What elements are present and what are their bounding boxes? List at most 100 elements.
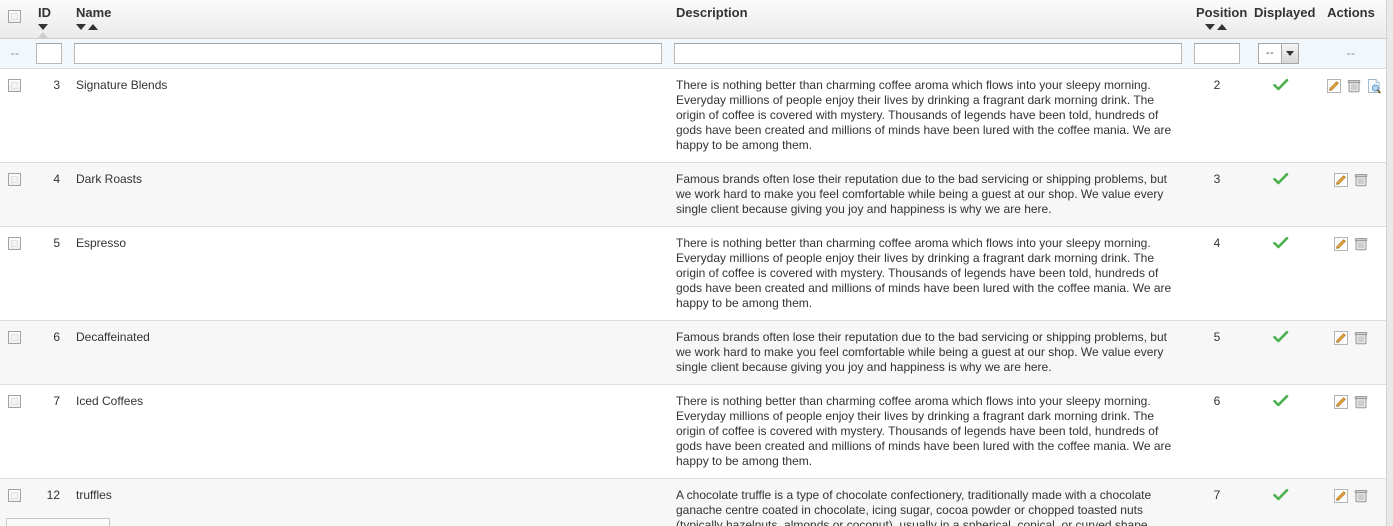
header-name: Name (68, 0, 668, 39)
sort-name-desc-icon[interactable] (76, 23, 86, 30)
header-name-label: Name (76, 5, 112, 20)
displayed-check-icon[interactable] (1273, 78, 1289, 95)
row-select-cell (0, 384, 30, 479)
row-select-cell (0, 226, 30, 321)
row-description: Famous brands often lose their reputatio… (676, 329, 1167, 374)
edit-icon[interactable] (1324, 78, 1344, 93)
details-icon[interactable] (1364, 78, 1384, 93)
filter-name-input[interactable] (74, 42, 662, 64)
edit-icon[interactable] (1331, 330, 1351, 345)
filter-description-input[interactable] (674, 42, 1182, 64)
sort-id-desc-icon[interactable] (38, 23, 48, 30)
delete-icon[interactable] (1351, 488, 1371, 502)
header-actions: Actions (1316, 0, 1386, 39)
sort-id-asc-icon[interactable] (38, 31, 48, 38)
row-actions (1316, 384, 1386, 479)
row-description: There is nothing better than charming co… (676, 393, 1172, 468)
delete-icon[interactable] (1344, 78, 1364, 92)
sort-position-asc-icon[interactable] (1217, 23, 1227, 30)
row-checkbox[interactable] (8, 330, 21, 344)
row-position: 6 (1188, 384, 1246, 479)
table-row[interactable]: 5 Espresso There is nothing better than ch… (0, 226, 1386, 321)
edit-icon[interactable] (1331, 236, 1351, 251)
row-id: 7 (30, 384, 68, 479)
row-name: Iced Coffees (68, 384, 668, 479)
row-displayed (1246, 478, 1316, 526)
header-id-label: ID (38, 5, 51, 20)
filter-name-cell (68, 38, 668, 69)
filter-displayed-value: -- (1265, 46, 1275, 59)
row-id: 6 (30, 320, 68, 385)
edit-icon[interactable] (1331, 394, 1351, 409)
row-name: truffles (68, 478, 668, 526)
filter-position-cell (1188, 38, 1246, 69)
row-description-cell: There is nothing better than charming co… (668, 384, 1188, 479)
id-sorters (38, 22, 60, 38)
filter-actions-dash: -- (1346, 46, 1356, 60)
displayed-check-icon[interactable] (1273, 330, 1289, 347)
sort-name-asc-icon[interactable] (88, 23, 98, 30)
row-position: 3 (1188, 162, 1246, 227)
edit-icon[interactable] (1331, 172, 1351, 187)
row-displayed (1246, 384, 1316, 479)
categories-table: ID Name Description Position Displayed A… (0, 0, 1386, 526)
row-description-cell: Famous brands often lose their reputatio… (668, 320, 1188, 385)
filter-row: -- -- -- (0, 38, 1386, 69)
row-displayed (1246, 68, 1316, 163)
bottom-partial-control[interactable] (6, 518, 110, 526)
edit-icon[interactable] (1331, 488, 1351, 503)
header-displayed-label: Displayed (1254, 5, 1316, 20)
displayed-check-icon[interactable] (1273, 394, 1289, 411)
filter-id-input[interactable] (36, 42, 62, 64)
filter-select-cell: -- (0, 38, 30, 69)
filter-select-dash: -- (10, 46, 20, 60)
chevron-down-icon[interactable] (1281, 43, 1298, 63)
table-body: -- -- -- (0, 38, 1386, 69)
delete-icon[interactable] (1351, 172, 1371, 186)
row-checkbox[interactable] (8, 172, 21, 186)
table-row[interactable]: 6 Decaffeinated Famous brands often lose t… (0, 320, 1386, 385)
row-name: Signature Blends (68, 68, 668, 163)
row-description: Famous brands often lose their reputatio… (676, 171, 1167, 216)
table-row[interactable]: 3 Signature Blends There is nothing better… (0, 68, 1386, 163)
row-position: 2 (1188, 68, 1246, 163)
table-head: ID Name Description Position Displayed A… (0, 0, 1386, 39)
row-select-cell (0, 68, 30, 163)
delete-icon[interactable] (1351, 330, 1371, 344)
table-row[interactable]: 4 Dark Roasts Famous brands often lose the… (0, 162, 1386, 227)
row-select-cell (0, 320, 30, 385)
select-all-checkbox[interactable] (8, 10, 21, 24)
row-description-cell: There is nothing better than charming co… (668, 68, 1188, 163)
position-sorters (1196, 22, 1238, 32)
row-name: Espresso (68, 226, 668, 321)
delete-icon[interactable] (1351, 236, 1371, 250)
header-description-label: Description (676, 5, 748, 20)
filter-id-cell (30, 38, 68, 69)
row-description: There is nothing better than charming co… (676, 77, 1172, 152)
row-checkbox[interactable] (8, 236, 21, 250)
row-actions (1316, 320, 1386, 385)
row-displayed (1246, 226, 1316, 321)
sort-position-desc-icon[interactable] (1205, 23, 1215, 30)
filter-displayed-select[interactable]: -- (1258, 42, 1299, 64)
vertical-scrollbar[interactable] (1386, 0, 1393, 526)
header-actions-label: Actions (1327, 5, 1375, 20)
table-row[interactable]: 7 Iced Coffees There is nothing better tha… (0, 384, 1386, 479)
name-sorters (76, 22, 660, 32)
row-checkbox[interactable] (8, 78, 21, 92)
row-description: A chocolate truffle is a type of chocola… (676, 487, 1152, 526)
row-name: Decaffeinated (68, 320, 668, 385)
filter-description-cell (668, 38, 1188, 69)
header-select-all (0, 0, 30, 39)
displayed-check-icon[interactable] (1273, 236, 1289, 253)
displayed-check-icon[interactable] (1273, 488, 1289, 505)
row-checkbox[interactable] (8, 488, 21, 502)
filter-position-input[interactable] (1194, 42, 1240, 64)
delete-icon[interactable] (1351, 394, 1371, 408)
table-row[interactable]: 12 truffles A chocolate truffle is a type … (0, 478, 1386, 526)
row-checkbox[interactable] (8, 394, 21, 408)
row-position: 7 (1188, 478, 1246, 526)
displayed-check-icon[interactable] (1273, 172, 1289, 189)
row-select-cell (0, 162, 30, 227)
row-actions (1316, 478, 1386, 526)
